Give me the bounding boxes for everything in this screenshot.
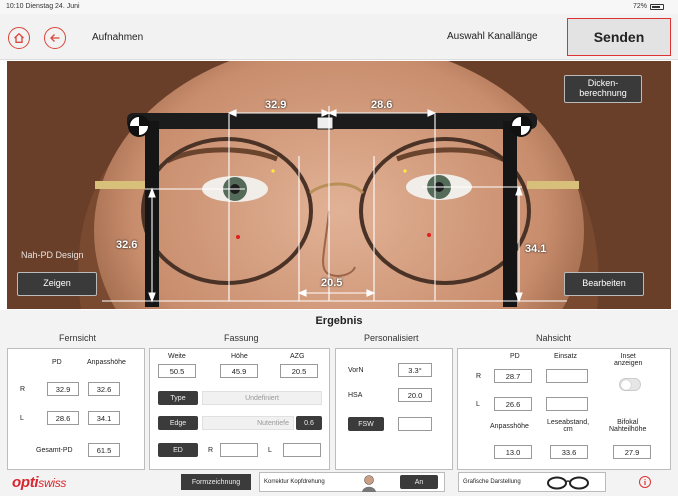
total-pd-label: Gesamt-PD	[36, 447, 73, 454]
battery-indicator: 72%	[633, 3, 664, 10]
show-button[interactable]: Zeigen	[17, 272, 97, 296]
nah-r-label: R	[476, 373, 482, 380]
fernsicht-title: Fernsicht	[59, 333, 97, 343]
edge-button[interactable]: Edge	[158, 416, 198, 430]
korrektur-box: Korrektur Kopfdrehung An	[259, 472, 445, 492]
leseabstand-field[interactable]: 33.6	[550, 445, 588, 459]
fern-r-height-field[interactable]: 32.6	[88, 382, 120, 396]
nahsicht-title: Nahsicht	[536, 333, 572, 343]
page-title: Aufnahmen	[92, 32, 144, 43]
personalisiert-title: Personalisiert	[364, 333, 419, 343]
nah-l-einsatz-field[interactable]	[546, 397, 588, 411]
weite-field[interactable]: 50.5	[158, 364, 196, 378]
fern-height-label: Anpasshöhe	[87, 359, 126, 366]
height-right-value: 32.6	[116, 239, 138, 251]
height-left-value: 34.1	[525, 243, 547, 255]
fsw-button[interactable]: FSW	[348, 417, 384, 431]
fern-r-pd-field[interactable]: 32.9	[47, 382, 79, 396]
vorn-field[interactable]: 3.3°	[398, 363, 432, 377]
nutentiefe-value[interactable]: 0.6	[296, 416, 322, 430]
nah-r-pd-field[interactable]: 28.7	[494, 369, 532, 383]
back-button[interactable]	[44, 27, 66, 49]
total-pd-field[interactable]: 61.5	[88, 443, 120, 457]
info-icon[interactable]: i	[639, 476, 651, 488]
einsatz-label: Einsatz	[554, 353, 577, 360]
edit-button[interactable]: Bearbeiten	[564, 272, 644, 296]
korrektur-label: Korrektur Kopfdrehung	[264, 479, 325, 485]
logo-opti-text: opti	[12, 474, 39, 491]
hoehe-label: Höhe	[231, 353, 248, 360]
fassung-title: Fassung	[224, 333, 259, 343]
weite-label: Weite	[168, 353, 186, 360]
footer-bar: optiswiss Formzeichnung Korrektur Kopfdr…	[0, 470, 678, 496]
inset-toggle[interactable]	[619, 378, 641, 391]
optiswiss-logo: optiswiss	[12, 474, 66, 491]
send-button[interactable]: Senden	[567, 18, 671, 56]
fassung-panel: Weite Höhe AZG 50.5 45.9 20.5 Type Undef…	[149, 348, 330, 470]
korrektur-toggle-button[interactable]: An	[400, 475, 438, 489]
measurement-photo: 32.9 28.6 32.6 34.1 20.5 Dicken- berechn…	[7, 61, 671, 309]
home-button[interactable]	[8, 27, 30, 49]
ed-button[interactable]: ED	[158, 443, 198, 457]
vorn-label: VorN	[348, 367, 364, 374]
fern-l-pd-field[interactable]: 28.6	[47, 411, 79, 425]
top-bar: Aufnahmen Auswahl Kanallänge Senden	[0, 14, 678, 60]
thickness-calc-button[interactable]: Dicken- berechnung	[564, 75, 642, 103]
fernsicht-panel: PD Anpasshöhe R 32.9 32.6 L 28.6 34.1 Ge…	[7, 348, 145, 470]
nahsicht-panel: PD Einsatz Inset anzeigen R 28.7 L 26.6 …	[457, 348, 671, 470]
hsa-field[interactable]: 20.0	[398, 388, 432, 402]
results-title: Ergebnis	[315, 315, 363, 327]
glasses-icon	[547, 476, 589, 490]
home-icon	[14, 32, 24, 43]
azg-field[interactable]: 20.5	[280, 364, 318, 378]
ed-r-label: R	[208, 447, 214, 454]
nah-pd-design-label: Nah-PD Design	[21, 250, 84, 260]
nah-l-label: L	[476, 401, 480, 408]
grafische-box[interactable]: Grafische Darstellung	[458, 472, 606, 492]
personalisiert-panel: VorN 3.3° HSA 20.0 FSW	[335, 348, 453, 470]
fern-l-label: L	[20, 415, 24, 422]
bifokal-label: Bifokal Nahteilhöhe	[609, 419, 647, 433]
head-rotation-icon	[362, 475, 376, 492]
results-section: Ergebnis Fernsicht Fassung Personalisier…	[0, 310, 678, 496]
nah-pd-label: PD	[510, 353, 520, 360]
grafische-label: Grafische Darstellung	[463, 479, 521, 485]
channel-length-selector[interactable]: Auswahl Kanallänge	[447, 31, 538, 42]
pd-right-value: 32.9	[265, 99, 287, 111]
fern-l-height-field[interactable]: 34.1	[88, 411, 120, 425]
ed-l-field[interactable]	[283, 443, 321, 457]
inset-label: Inset anzeigen	[614, 353, 643, 367]
pd-left-value: 28.6	[371, 99, 393, 111]
bifokal-field[interactable]: 27.9	[613, 445, 651, 459]
nah-anpass-label: Anpasshöhe	[490, 423, 529, 430]
nah-r-einsatz-field[interactable]	[546, 369, 588, 383]
type-button[interactable]: Type	[158, 391, 198, 405]
ed-r-field[interactable]	[220, 443, 258, 457]
ed-l-label: L	[268, 447, 272, 454]
fern-pd-label: PD	[52, 359, 62, 366]
battery-percent: 72%	[632, 3, 647, 10]
status-time: 10:10 Dienstag 24. Juni	[6, 3, 80, 10]
arrow-left-icon	[50, 34, 60, 42]
leseabstand-label: Leseabstand, cm	[547, 419, 590, 433]
nah-l-pd-field[interactable]: 26.6	[494, 397, 532, 411]
fern-r-label: R	[20, 386, 26, 393]
type-value: Undefiniert	[202, 391, 322, 405]
formzeichnung-button[interactable]: Formzeichnung	[181, 474, 251, 490]
bridge-value: 20.5	[321, 277, 343, 289]
hoehe-field[interactable]: 45.9	[220, 364, 258, 378]
status-bar: 10:10 Dienstag 24. Juni 72%	[0, 0, 678, 14]
nutentiefe-label: Nutentiefe	[202, 416, 294, 430]
hsa-label: HSA	[348, 392, 363, 399]
logo-swiss-text: swiss	[38, 476, 67, 490]
nah-anpass-field[interactable]: 13.0	[494, 445, 532, 459]
azg-label: AZG	[290, 353, 305, 360]
battery-icon	[650, 3, 664, 10]
fsw-field[interactable]	[398, 417, 432, 431]
